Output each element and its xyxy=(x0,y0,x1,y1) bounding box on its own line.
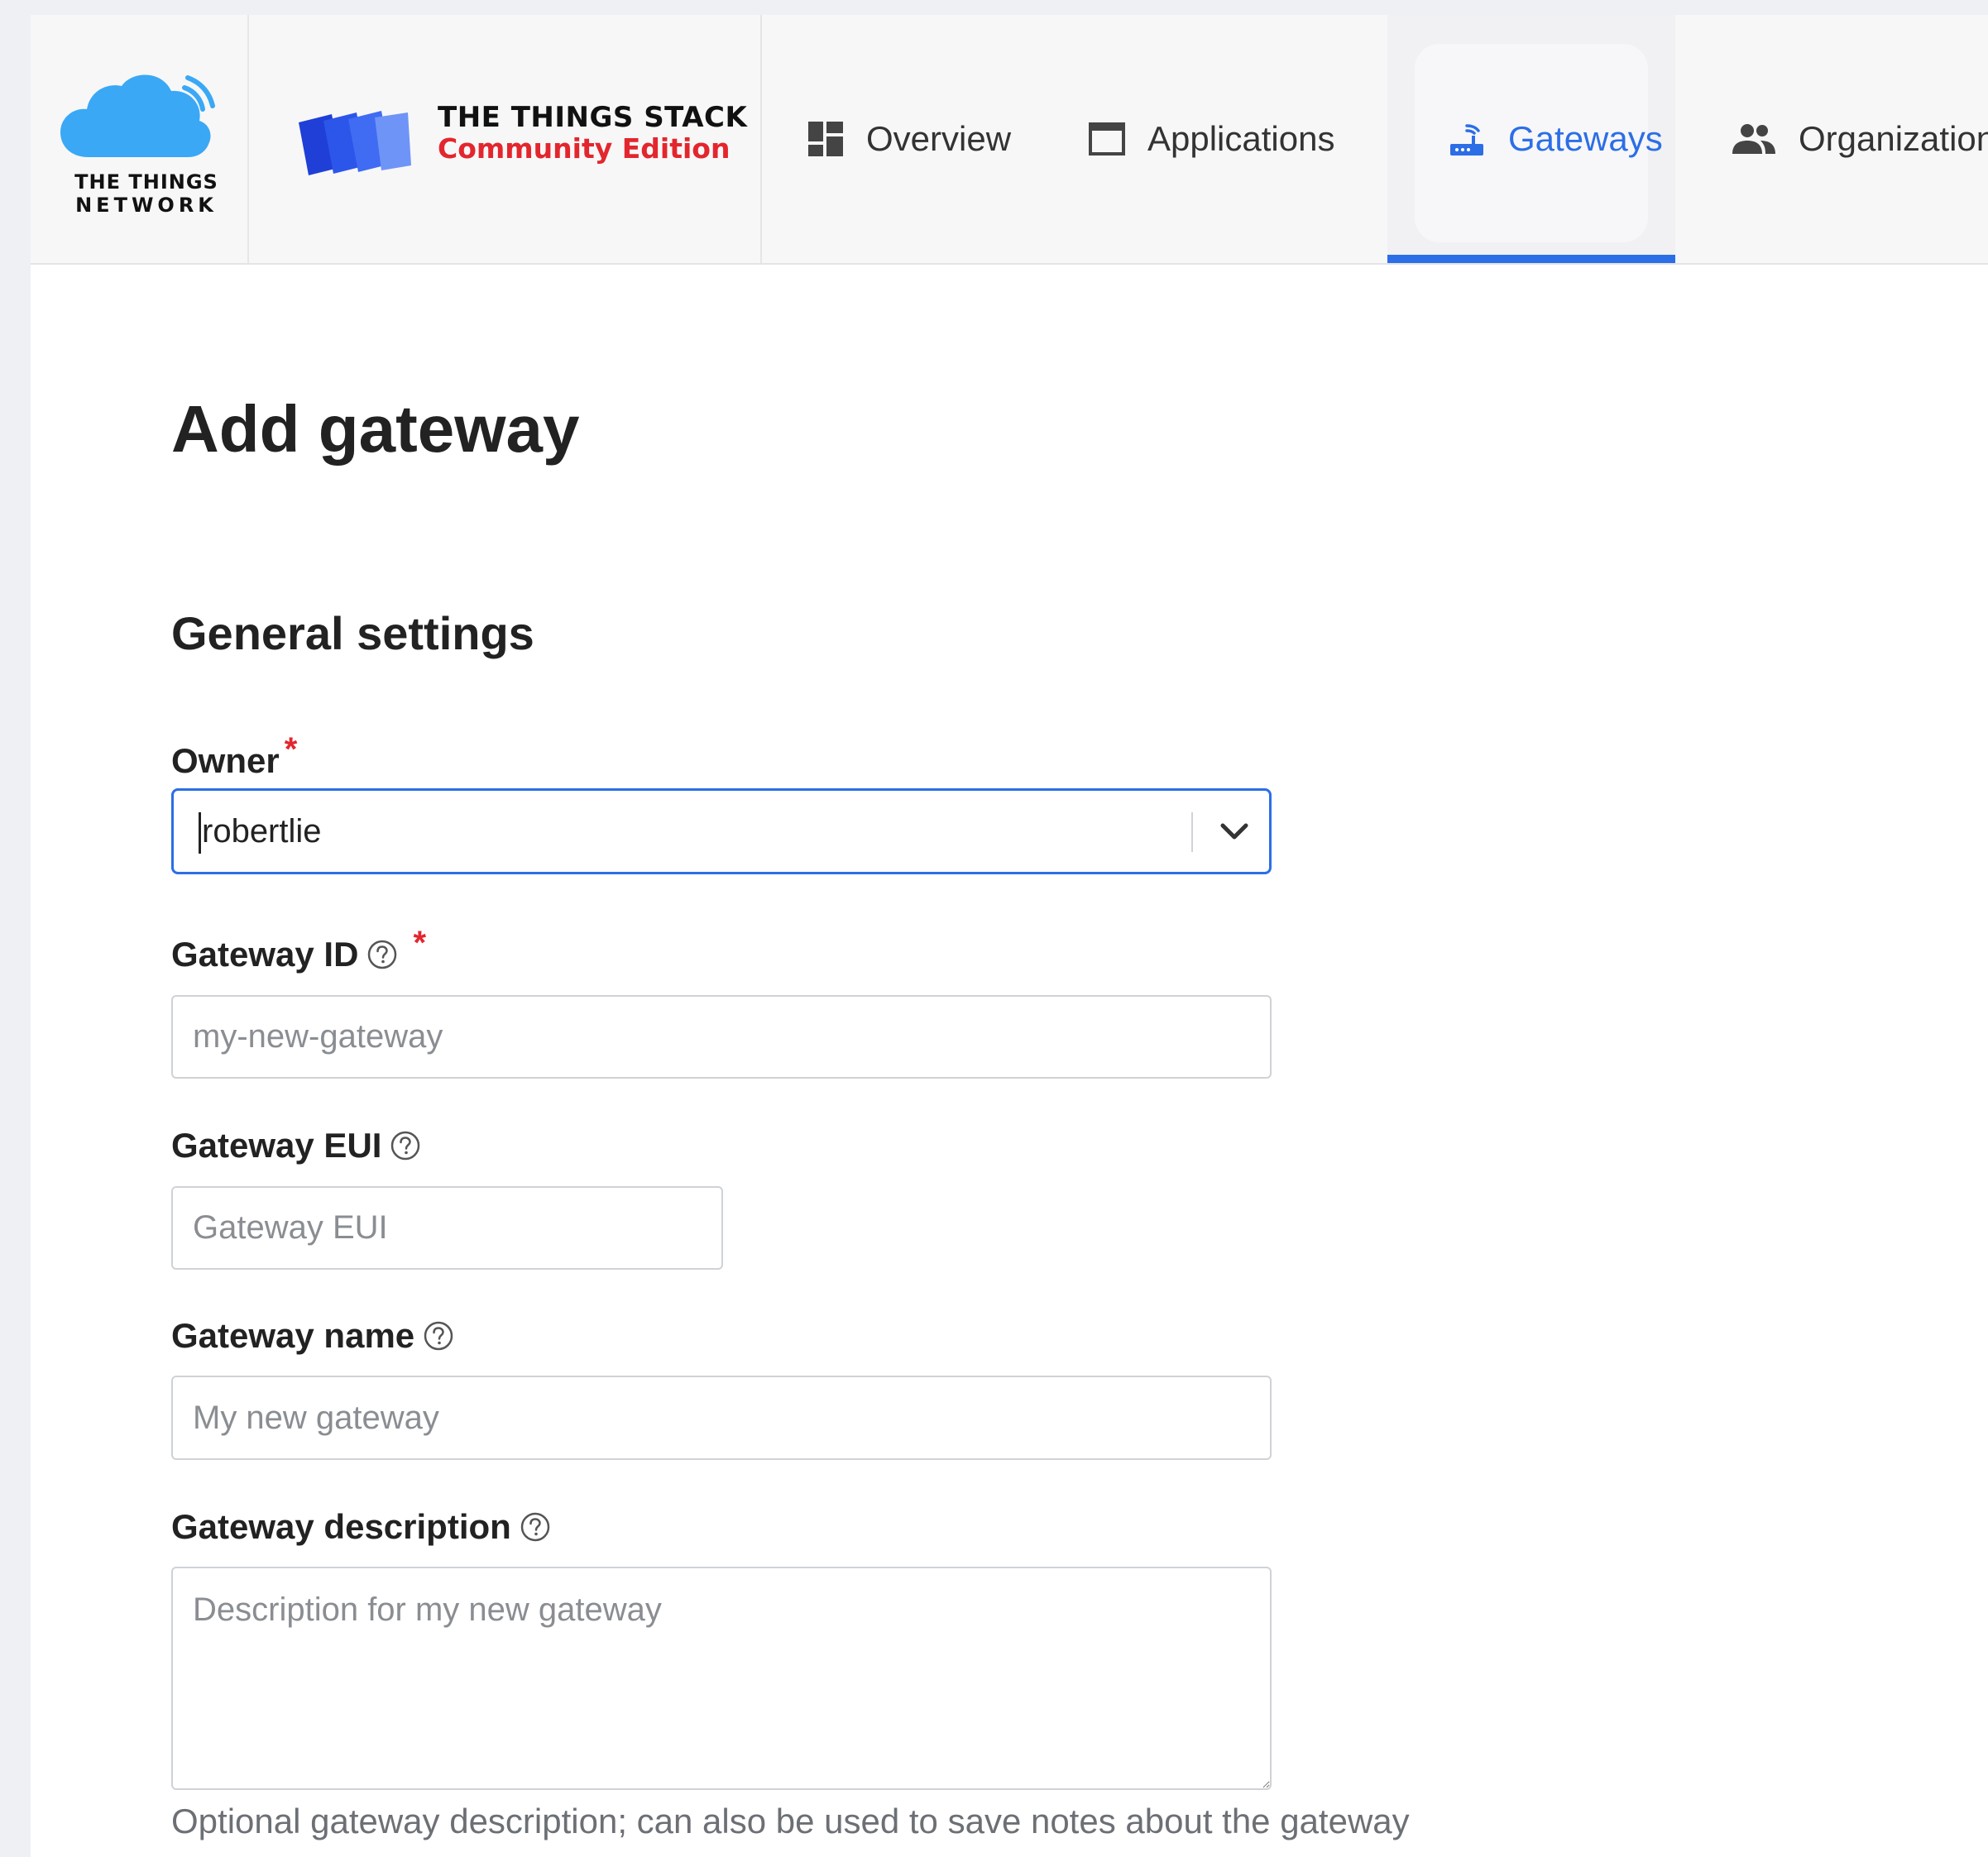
page-title: Add gateway xyxy=(171,392,580,466)
owner-select[interactable]: robertlie xyxy=(171,788,1272,874)
gateway-eui-input[interactable] xyxy=(171,1186,723,1270)
help-circle-icon[interactable] xyxy=(520,1511,551,1543)
gateway-name-label-text: Gateway name xyxy=(171,1316,415,1355)
the-things-network-logo[interactable]: THE THINGS NETWORK xyxy=(55,66,237,223)
select-divider xyxy=(1191,812,1193,852)
gateway-eui-label: Gateway EUI xyxy=(171,1126,421,1165)
gateway-name-input[interactable] xyxy=(171,1376,1272,1460)
people-icon xyxy=(1732,124,1775,154)
nav-tab-label: Overview xyxy=(866,119,1012,158)
gateway-id-label: Gateway ID * xyxy=(171,925,426,974)
nav-tab-overview[interactable]: Overview xyxy=(807,15,1011,263)
help-circle-icon[interactable] xyxy=(366,939,398,970)
owner-label: Owner * xyxy=(171,731,297,781)
gateway-router-icon xyxy=(1450,124,1483,156)
gateway-eui-label-text: Gateway EUI xyxy=(171,1126,382,1165)
gateway-id-label-text: Gateway ID xyxy=(171,935,359,974)
page: THE THINGS NETWORK THE THINGS STACK Comm… xyxy=(31,15,1988,1857)
header-divider xyxy=(760,15,762,263)
gateway-id-input[interactable] xyxy=(171,995,1272,1079)
required-asterisk: * xyxy=(284,730,298,768)
stack-cards-icon xyxy=(299,111,411,175)
help-circle-icon[interactable] xyxy=(390,1130,421,1161)
nav-tab-organizations[interactable]: Organizations xyxy=(1731,15,1988,263)
stack-subtitle: Community Edition xyxy=(438,132,731,165)
gateway-description-label-text: Gateway description xyxy=(171,1507,511,1546)
gateway-description-label: Gateway description xyxy=(171,1507,551,1547)
chevron-down-icon[interactable] xyxy=(1218,816,1251,849)
owner-label-text: Owner xyxy=(171,741,280,780)
section-title: General settings xyxy=(171,607,534,659)
cloud-wifi-icon xyxy=(60,74,215,157)
nav-tab-label: Organizations xyxy=(1799,119,1988,158)
active-tab-indicator xyxy=(1387,255,1675,263)
header-divider xyxy=(247,15,249,263)
nav-tab-applications[interactable]: Applications xyxy=(1088,15,1334,263)
owner-select-value[interactable]: robertlie xyxy=(202,791,322,872)
top-navigation-bar: THE THINGS NETWORK THE THINGS STACK Comm… xyxy=(31,15,1988,265)
text-cursor xyxy=(199,812,201,854)
stack-title: THE THINGS STACK xyxy=(438,101,748,134)
gateway-description-textarea[interactable] xyxy=(171,1567,1272,1790)
required-asterisk: * xyxy=(413,924,427,961)
nav-tab-label: Applications xyxy=(1147,119,1335,158)
help-circle-icon[interactable] xyxy=(423,1320,454,1352)
dashboard-icon xyxy=(808,122,843,156)
ttn-logo-line2: NETWORK xyxy=(75,194,218,217)
nav-tab-gateways[interactable]: Gateways xyxy=(1447,15,1663,263)
nav-tab-label: Gateways xyxy=(1508,119,1663,158)
gateway-name-label: Gateway name xyxy=(171,1316,454,1356)
gateway-description-hint: Optional gateway description; can also b… xyxy=(171,1802,1410,1840)
ttn-logo-line1: THE THINGS xyxy=(74,170,218,194)
window-icon xyxy=(1089,122,1125,156)
